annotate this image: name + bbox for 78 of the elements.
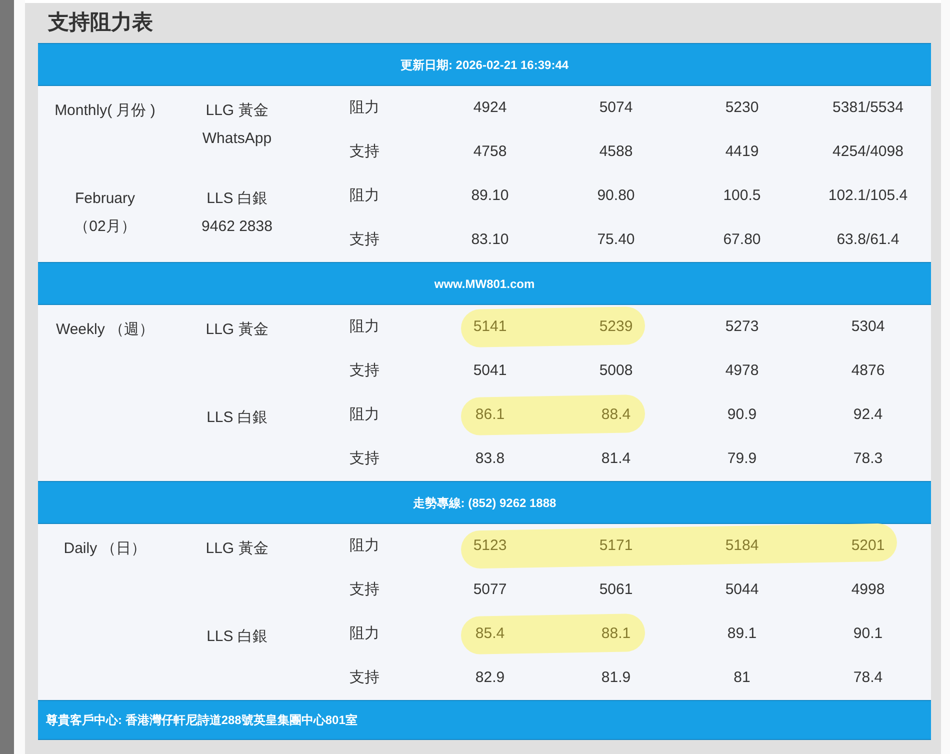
value-cell-text: 5171 <box>598 536 634 556</box>
value-cell-text: 90.80 <box>596 186 636 206</box>
value-cell-text: 5044 <box>724 580 760 600</box>
value-cell-text: 88.4 <box>600 404 632 425</box>
value-cell-text: 5123 <box>472 536 508 556</box>
value-cell-text: 83.10 <box>470 230 510 250</box>
value-cell-text: 88.1 <box>600 624 632 644</box>
value-cell-text: 83.8 <box>474 448 506 469</box>
value-cell-text: 4758 <box>472 142 508 162</box>
product-label: 9462 2838 <box>202 217 272 237</box>
value-cell-text: 4419 <box>724 142 760 162</box>
value-cell-text: 102.1/105.4 <box>827 186 909 206</box>
row-type: 支持 <box>348 142 380 162</box>
row-type: 阻力 <box>348 624 380 644</box>
value-cell-text: 86.1 <box>474 404 506 425</box>
value-cell-text: 5184 <box>724 536 760 556</box>
period-label: Weekly （週） <box>56 320 154 340</box>
value-cell-text: 81 <box>732 668 752 688</box>
banner-row: 尊貴客戶中心: 香港灣仔軒尼詩道288號英皇集團中心801室 <box>38 700 931 740</box>
value-cell-text: 5008 <box>598 360 634 381</box>
row-type: 阻力 <box>348 536 380 556</box>
value-cell-text: 85.4 <box>474 624 506 644</box>
row-type: 支持 <box>348 360 380 381</box>
row-type: 支持 <box>348 448 380 469</box>
value-cell-text: 4924 <box>472 98 508 118</box>
value-cell-text: 92.4 <box>852 404 884 425</box>
period-label: （02月） <box>74 217 136 237</box>
value-cell-text: 81.4 <box>600 448 632 469</box>
value-cell-text: 78.3 <box>852 448 884 469</box>
row-type: 支持 <box>348 580 380 600</box>
period-label: Daily （日） <box>64 539 146 559</box>
row-type: 阻力 <box>348 186 380 206</box>
banner-row: 更新日期: 2026-02-21 16:39:44 <box>38 43 931 86</box>
value-cell-text: 5201 <box>850 536 886 556</box>
value-cell-text: 90.1 <box>852 624 884 644</box>
product-label: LLS 白銀 <box>206 627 268 647</box>
period-label: Monthly( 月份 ) <box>54 101 156 121</box>
value-cell-text: 63.8/61.4 <box>836 230 900 250</box>
value-cell-text: 89.10 <box>470 186 510 206</box>
value-cell-text: 82.9 <box>474 668 506 688</box>
value-cell-text: 5061 <box>598 580 634 600</box>
period-label: February <box>74 189 136 209</box>
value-cell-text: 78.4 <box>852 668 884 688</box>
value-cell-text: 5041 <box>472 360 508 381</box>
value-cell-text: 5077 <box>472 580 508 600</box>
value-cell-text: 4254/4098 <box>832 142 904 162</box>
product-label: LLG 黃金 <box>206 539 268 559</box>
row-type: 支持 <box>348 668 380 688</box>
value-cell-text: 5273 <box>724 316 760 337</box>
value-cell-text: 5239 <box>598 316 634 337</box>
value-cell-text: 5074 <box>598 98 634 118</box>
product-label: WhatsApp <box>202 129 272 149</box>
product-label: LLS 白銀 <box>206 408 268 428</box>
value-cell-text: 90.9 <box>726 404 758 425</box>
value-cell-text: 4876 <box>850 360 886 381</box>
value-cell-text: 4588 <box>598 142 634 162</box>
row-type: 支持 <box>348 230 380 250</box>
row-type: 阻力 <box>348 316 380 337</box>
value-cell-text: 4978 <box>724 360 760 381</box>
value-cell-text: 67.80 <box>722 230 762 250</box>
banner-row: 走勢專線: (852) 9262 1888 <box>38 481 931 524</box>
product-label: LLG 黃金 <box>206 320 268 340</box>
value-cell-text: 5381/5534 <box>832 98 904 118</box>
value-cell-text: 4998 <box>850 580 886 600</box>
value-cell-text: 5230 <box>724 98 760 118</box>
value-cell-text: 89.1 <box>726 624 758 644</box>
row-type: 阻力 <box>348 98 380 118</box>
value-cell-text: 100.5 <box>722 186 762 206</box>
banner-row: www.MW801.com <box>38 262 931 305</box>
value-cell-text: 5141 <box>472 316 508 337</box>
product-label: LLS 白銀 <box>206 189 268 209</box>
page-title: 支持阻力表 <box>46 10 154 36</box>
value-cell-text: 5304 <box>850 316 886 337</box>
product-label: LLG 黃金 <box>206 101 268 121</box>
value-cell-text: 79.9 <box>726 448 758 469</box>
row-type: 阻力 <box>348 404 380 425</box>
value-cell-text: 75.40 <box>596 230 636 250</box>
value-cell-text: 81.9 <box>600 668 632 688</box>
